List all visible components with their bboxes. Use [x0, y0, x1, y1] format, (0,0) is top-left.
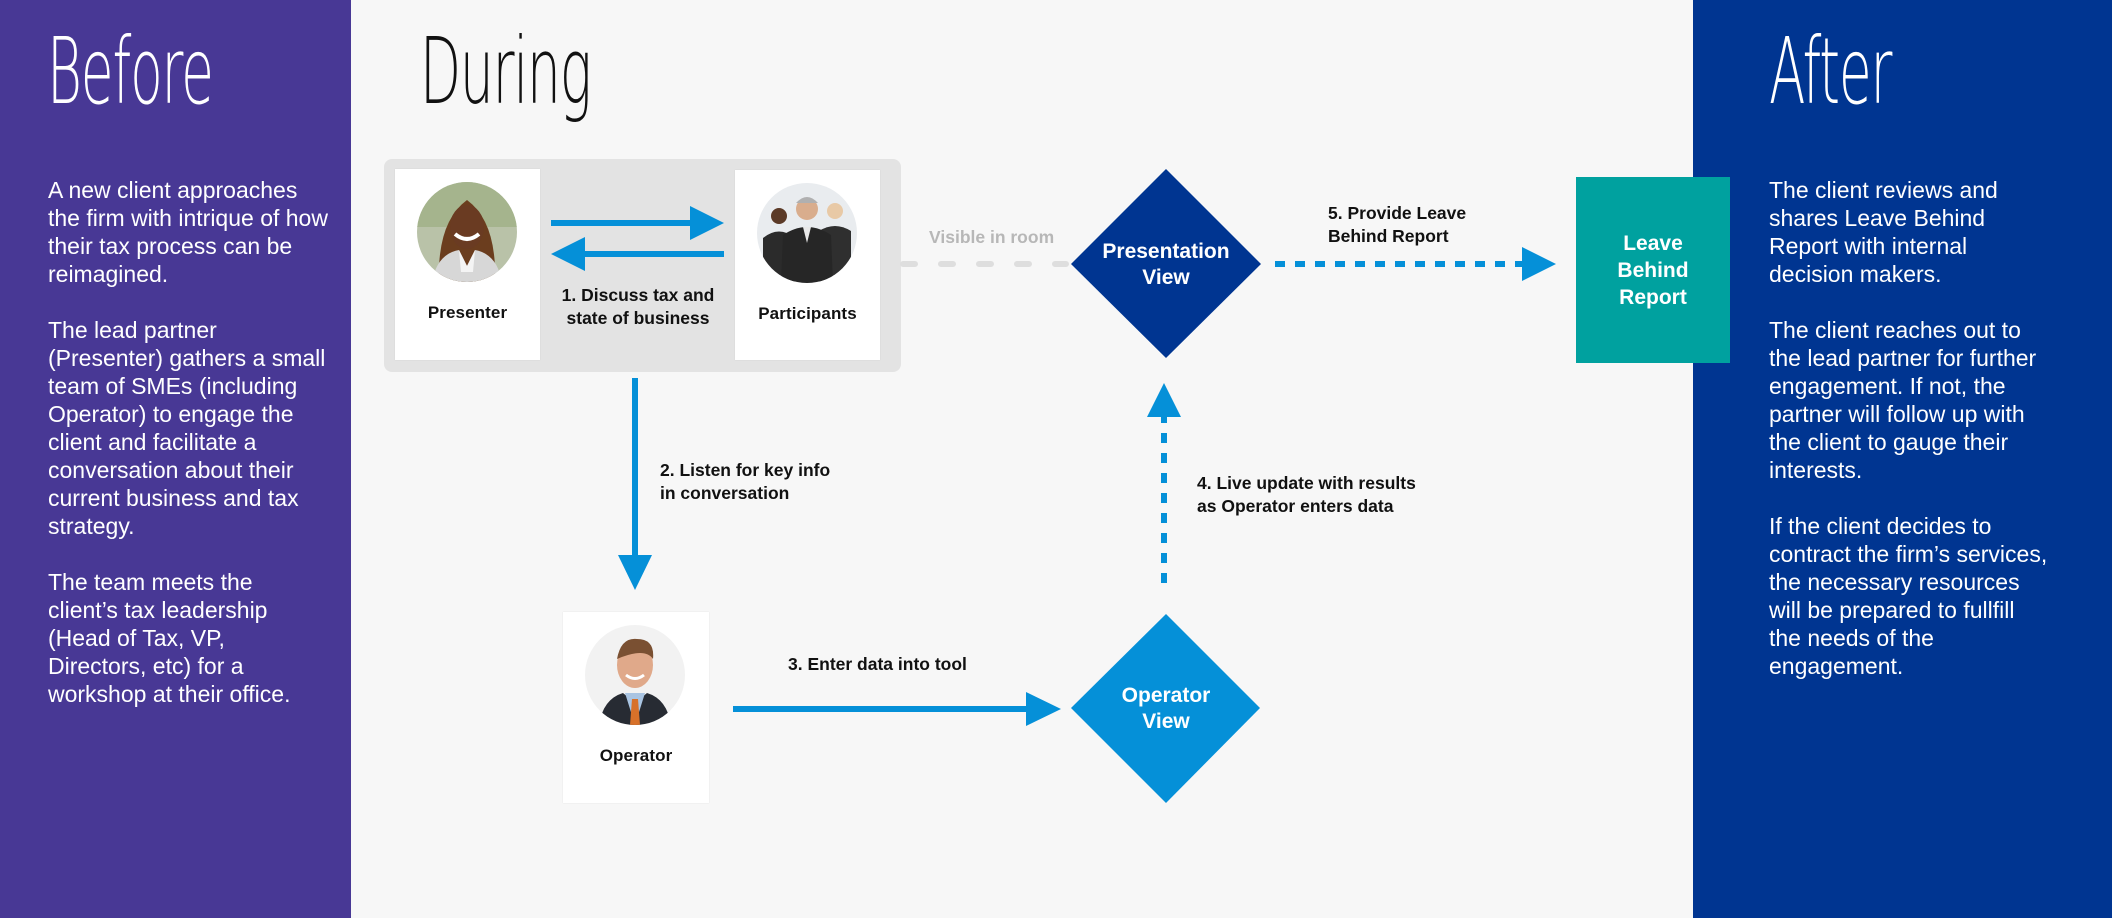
- presenter-photo-icon: [417, 182, 517, 282]
- operator-card: Operator: [563, 612, 709, 803]
- step4-label: 4. Live update with results as Operator …: [1197, 472, 1416, 518]
- step4-line2: as Operator enters data: [1197, 496, 1394, 516]
- flow-diagram: [551, 169, 1556, 803]
- step2-line2: in conversation: [660, 483, 790, 503]
- presenter-label: Presenter: [427, 303, 508, 322]
- presentation-view-line1: Presentation: [1102, 240, 1230, 263]
- step1-label: 1. Discuss tax and state of business: [561, 285, 715, 328]
- visible-in-room-label: Visible in room: [929, 227, 1055, 247]
- operator-view-line2: View: [1142, 710, 1190, 733]
- step5-line2: Behind Report: [1328, 226, 1449, 246]
- arrow-participants-to-presenter: [551, 237, 724, 271]
- leave-behind-report-box: Leave Behind Report: [1576, 177, 1730, 363]
- arrow-live-update: [1147, 383, 1181, 583]
- step2-line1: 2. Listen for key info: [660, 460, 831, 480]
- presenter-card: Presenter: [395, 169, 540, 360]
- participants-photo-icon: [757, 183, 857, 283]
- operator-photo-icon: [585, 625, 685, 725]
- step5-label: 5. Provide Leave Behind Report: [1328, 202, 1466, 248]
- operator-view-label: Operator View: [1086, 683, 1246, 735]
- operator-label: Operator: [599, 746, 673, 765]
- step5-line1: 5. Provide Leave: [1328, 203, 1467, 223]
- arrow-presenter-to-participants: [551, 206, 724, 240]
- presentation-view-label: Presentation View: [1086, 239, 1246, 291]
- step3-label: 3. Enter data into tool: [788, 654, 967, 674]
- participants-label: Participants: [758, 304, 857, 323]
- step4-line1: 4. Live update with results: [1197, 473, 1416, 493]
- operator-view-line1: Operator: [1121, 684, 1211, 707]
- presentation-view-line2: View: [1142, 266, 1190, 289]
- participants-card: Participants: [735, 170, 880, 360]
- arrow-provide-report: [1275, 247, 1556, 281]
- arrow-listen-down: [618, 378, 652, 590]
- arrow-enter-data: [733, 692, 1061, 726]
- leave-behind-report-label: Leave Behind Report: [1617, 231, 1689, 309]
- step2-label: 2. Listen for key info in conversation: [660, 459, 830, 505]
